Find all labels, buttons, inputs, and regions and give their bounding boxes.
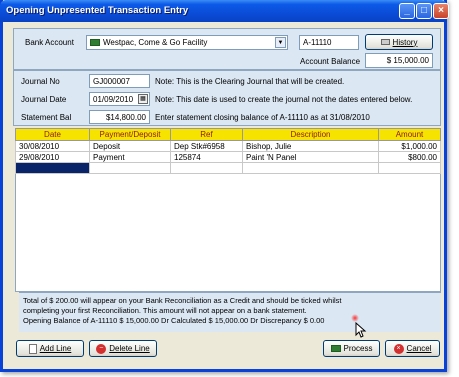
cell-description[interactable]: Paint 'N Panel — [242, 151, 379, 163]
col-payment-deposit-header[interactable]: Payment/Deposit — [89, 128, 171, 141]
delete-line-button[interactable]: − Delete Line — [89, 340, 157, 357]
cursor-highlight-icon — [351, 314, 359, 322]
calendar-icon[interactable]: ▦ — [138, 94, 148, 104]
cancel-button[interactable]: × Cancel — [385, 340, 440, 357]
cell-ref[interactable]: Dep Stk#6958 — [170, 140, 243, 152]
cell-payment-deposit[interactable]: Deposit — [89, 140, 171, 152]
info-line-3: Opening Balance of A-11110 $ 15,000.00 D… — [23, 316, 325, 325]
history-icon — [380, 39, 390, 45]
table-row[interactable]: 30/08/2010 Deposit Dep Stk#6958 Bishop, … — [15, 140, 441, 152]
table-row-new[interactable] — [15, 162, 441, 174]
cell-amount[interactable] — [378, 162, 441, 174]
chevron-down-icon[interactable]: ▼ — [275, 37, 286, 48]
account-balance-label: Account Balance — [300, 57, 361, 66]
cancel-icon: × — [393, 343, 404, 354]
journal-no-field: GJ000007 — [89, 74, 150, 88]
add-line-button[interactable]: Add Line — [16, 340, 84, 357]
process-button[interactable]: Process — [323, 340, 380, 357]
journal-date-note: Note: This date is used to create the jo… — [155, 95, 413, 104]
history-button-label: History — [392, 37, 418, 47]
bank-card-icon — [90, 39, 100, 47]
journal-date-value: 01/09/2010 — [93, 95, 134, 104]
bank-code-field: A-11110 — [299, 35, 359, 50]
close-button[interactable]: × — [433, 3, 449, 19]
cell-ref[interactable]: 125874 — [170, 151, 243, 163]
cell-ref[interactable] — [170, 162, 243, 174]
cursor-icon — [355, 322, 367, 338]
col-date-header[interactable]: Date — [15, 128, 90, 141]
add-line-label: Add Line — [39, 344, 72, 353]
bank-account-select[interactable]: Westpac, Come & Go Facility ▼ — [86, 35, 288, 50]
table-row[interactable]: 29/08/2010 Payment 125874 Paint 'N Panel… — [15, 151, 441, 163]
statement-bal-note: Enter statement closing balance of A-111… — [155, 113, 370, 122]
cell-description[interactable] — [242, 162, 379, 174]
transactions-table: Date Payment/Deposit Ref Description Amo… — [15, 128, 441, 174]
delete-line-label: Delete Line — [109, 344, 150, 353]
statement-bal-label: Statement Bal — [21, 113, 72, 122]
title-bar[interactable]: Opening Unpresented Transaction Entry _ … — [0, 0, 449, 22]
process-label: Process — [343, 344, 373, 353]
statement-bal-field[interactable]: $14,800.00 — [89, 110, 150, 124]
col-description-header[interactable]: Description — [242, 128, 379, 141]
info-panel: Total of $ 200.00 will appear on your Ba… — [19, 292, 441, 332]
col-ref-header[interactable]: Ref — [170, 128, 243, 141]
cell-date[interactable]: 30/08/2010 — [15, 140, 90, 152]
table-header-row: Date Payment/Deposit Ref Description Amo… — [15, 128, 441, 141]
info-line-1: Total of $ 200.00 will appear on your Ba… — [23, 296, 342, 305]
bank-account-value: Westpac, Come & Go Facility — [103, 38, 208, 47]
delete-icon: − — [96, 343, 107, 354]
minimize-button[interactable]: _ — [399, 3, 415, 19]
journal-no-note: Note: This is the Clearing Journal that … — [155, 77, 345, 86]
document-icon — [28, 343, 37, 354]
bank-account-label: Bank Account — [25, 38, 74, 47]
journal-date-label: Journal Date — [21, 95, 67, 104]
journal-no-label: Journal No — [21, 77, 60, 86]
cell-description[interactable]: Bishop, Julie — [242, 140, 379, 152]
maximize-button[interactable]: □ — [416, 3, 432, 19]
window-title: Opening Unpresented Transaction Entry — [6, 5, 189, 16]
journal-date-field[interactable]: 01/09/2010 ▦ — [89, 92, 150, 106]
cell-payment-deposit[interactable]: Payment — [89, 151, 171, 163]
cell-amount[interactable]: $1,000.00 — [378, 140, 441, 152]
info-line-2: completing your first Reconciliation. Th… — [23, 306, 307, 315]
history-button[interactable]: History — [365, 34, 433, 50]
account-balance-value: $ 15,000.00 — [365, 53, 433, 68]
cell-payment-deposit[interactable] — [89, 162, 171, 174]
cancel-label: Cancel — [406, 344, 432, 353]
dialog-window: Opening Unpresented Transaction Entry _ … — [0, 0, 449, 372]
cell-date-selected[interactable] — [15, 162, 90, 174]
cell-amount[interactable]: $800.00 — [378, 151, 441, 163]
process-icon — [330, 345, 341, 352]
cell-date[interactable]: 29/08/2010 — [15, 151, 90, 163]
col-amount-header[interactable]: Amount — [378, 128, 441, 141]
